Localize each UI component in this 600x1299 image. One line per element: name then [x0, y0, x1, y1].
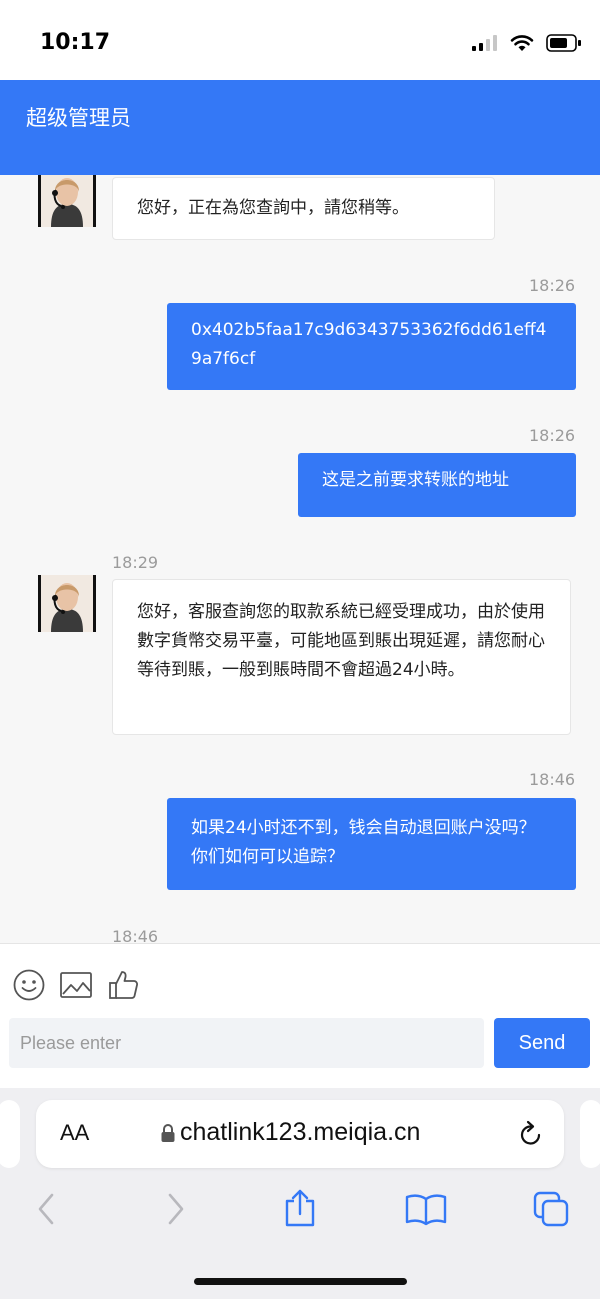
image-icon[interactable] — [59, 968, 93, 1002]
chat-messages[interactable]: 您好，正在為您查詢中，請您稍等。 18:26 0x402b5faa17c9d63… — [0, 175, 600, 943]
url-text: chatlink123.meiqia.cn — [180, 1118, 421, 1146]
browser-toolbar: AA chatlink123.meiqia.cn — [0, 1088, 600, 1299]
message-bubble-incoming[interactable]: 您好，客服查詢您的取款系統已經受理成功，由於使用數字貨幣交易平臺，可能地區到賬出… — [112, 579, 571, 735]
signal-icon — [472, 35, 497, 51]
agent-avatar — [38, 575, 96, 632]
message-bubble-outgoing[interactable]: 如果24小时还不到，钱会自动退回账户没吗？你们如何可以追踪？ — [167, 798, 576, 890]
status-bar: 10:17 — [0, 0, 600, 80]
address-bar[interactable]: AA chatlink123.meiqia.cn — [36, 1100, 564, 1168]
forward-icon[interactable] — [166, 1192, 186, 1226]
agent-avatar — [38, 175, 96, 227]
next-tab-peek[interactable] — [580, 1100, 600, 1168]
wifi-icon — [510, 35, 534, 51]
url-display[interactable]: chatlink123.meiqia.cn — [160, 1118, 420, 1147]
message-timestamp: 18:26 — [529, 426, 576, 445]
chat-header: 超级管理员 — [0, 80, 600, 175]
text-size-button[interactable]: AA — [60, 1120, 89, 1146]
status-icons — [472, 34, 582, 52]
lock-icon — [161, 1123, 175, 1142]
share-icon[interactable] — [283, 1188, 317, 1228]
previous-tab-peek[interactable] — [0, 1100, 20, 1168]
home-indicator[interactable] — [194, 1278, 407, 1285]
message-bubble-incoming[interactable]: 您好，正在為您查詢中，請您稍等。 — [112, 177, 495, 240]
message-input[interactable] — [9, 1018, 484, 1068]
message-bubble-outgoing[interactable]: 这是之前要求转账的地址 — [298, 453, 576, 517]
bookmarks-icon[interactable] — [405, 1192, 447, 1226]
tabs-icon[interactable] — [532, 1190, 570, 1228]
send-button[interactable]: Send — [494, 1018, 590, 1068]
reload-icon[interactable] — [518, 1120, 544, 1148]
message-timestamp: 18:26 — [529, 276, 576, 295]
agent-name: 超级管理员 — [26, 106, 131, 130]
back-icon[interactable] — [36, 1192, 56, 1226]
smiley-icon[interactable] — [12, 968, 46, 1002]
battery-icon — [546, 34, 581, 52]
message-timestamp: 18:29 — [112, 553, 159, 572]
thumbs-up-icon[interactable] — [106, 968, 140, 1002]
message-composer: Send — [0, 943, 600, 1088]
status-time: 10:17 — [40, 30, 111, 55]
message-bubble-outgoing[interactable]: 0x402b5faa17c9d6343753362f6dd61eff49a7f6… — [167, 303, 576, 390]
message-timestamp: 18:46 — [112, 927, 159, 943]
message-timestamp: 18:46 — [529, 770, 576, 789]
